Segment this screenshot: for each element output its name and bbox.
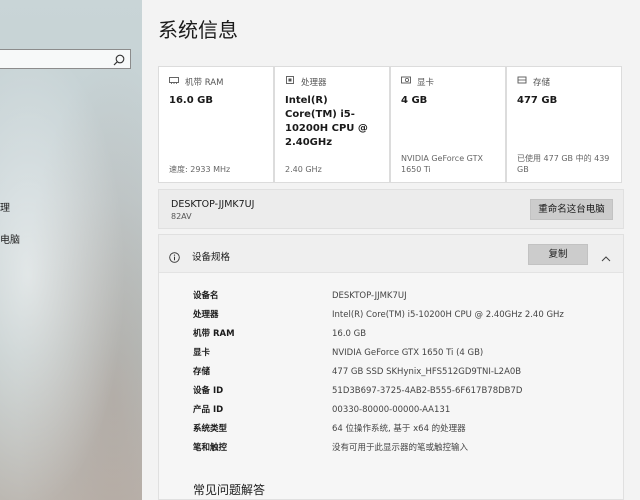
card-storage: 存储 477 GB 已使用 477 GB 中的 439 GB [506,66,622,183]
spec-value: Intel(R) Core(TM) i5-10200H CPU @ 2.40GH… [332,310,564,320]
spec-label: 设备 ID [193,386,224,396]
device-model: 82AV [171,212,192,221]
device-specs-title: 设备规格 [192,252,231,263]
graphics-card-icon [401,75,411,88]
spec-value: 00330-80000-00000-AA131 [332,405,451,415]
spec-label: 产品 ID [193,405,224,415]
device-specs-header[interactable]: 设备规格 复制 [159,235,623,273]
spec-label: 笔和触控 [193,443,228,453]
copy-button[interactable]: 复制 [528,244,588,265]
card-graphics: 显卡 4 GB NVIDIA GeForce GTX 1650 Ti [390,66,506,183]
spec-value: 16.0 GB [332,329,367,339]
spec-label: 设备名 [193,291,219,301]
card-label: 机带 RAM [185,77,224,88]
card-detail: 2.40 GHz [285,165,322,174]
spec-label: 机带 RAM [193,329,235,339]
card-detail: 速度: 2933 MHz [169,165,231,174]
memory-icon [169,75,179,88]
card-value: 477 GB [517,95,558,106]
card-memory: 机带 RAM 16.0 GB 速度: 2933 MHz [158,66,274,183]
card-label: 存储 [533,77,551,88]
faq-heading[interactable]: 常见问题解答 [193,481,265,498]
spec-value: 51D3B697-3725-4AB2-B555-6F617B78DB7D [332,386,523,396]
card-detail: NVIDIA GeForce GTX 1650 Ti [401,154,483,174]
device-specs-panel: 设备规格 复制 设备名 DESKTOP-JJMK7UJ 处理器 Intel(R) C… [158,234,624,500]
spec-value: DESKTOP-JJMK7UJ [332,291,407,301]
card-label: 处理器 [301,77,327,88]
processor-icon [285,75,295,88]
spec-value: 没有可用于此显示器的笔或触控输入 [332,443,469,453]
sidebar-item-label: 理 [0,203,10,214]
card-value: 16.0 GB [169,95,213,106]
page-title: 系统信息 [158,18,238,42]
chevron-up-icon[interactable] [601,249,611,262]
sidebar-item-management[interactable]: 理 [0,199,10,214]
spec-value: 64 位操作系统, 基于 x64 的处理器 [332,424,466,434]
spec-label: 显卡 [193,348,211,358]
search-icon[interactable] [112,52,126,66]
info-icon [169,248,180,263]
spec-label: 存储 [193,367,211,377]
storage-icon [517,75,527,88]
device-name: DESKTOP-JJMK7UJ [171,199,255,210]
sidebar: 理 电脑 [0,0,142,500]
spec-label: 处理器 [193,310,219,320]
search-input[interactable] [0,49,131,69]
card-value: Intel(R) Core(TM) i5-10200H CPU @ 2.40GH… [285,95,368,148]
card-value: 4 GB [401,95,428,106]
sidebar-item-pc[interactable]: 电脑 [0,231,20,246]
spec-value: 477 GB SSD SKHynix_HFS512GD9TNI-L2A0B [332,367,522,377]
card-processor: 处理器 Intel(R) Core(TM) i5-10200H CPU @ 2.… [274,66,390,183]
main-content: 系统信息 机带 RAM 16.0 GB 速度: 2933 MHz 处理器 Int… [142,0,640,500]
card-detail: 已使用 477 GB 中的 439 GB [517,154,610,174]
device-name-row: DESKTOP-JJMK7UJ 82AV 重命名这台电脑 [158,189,624,229]
card-label: 显卡 [417,77,435,88]
sidebar-item-label: 电脑 [0,235,20,246]
spec-value: NVIDIA GeForce GTX 1650 Ti (4 GB) [332,348,484,358]
spec-label: 系统类型 [193,424,228,434]
rename-pc-button[interactable]: 重命名这台电脑 [530,199,613,220]
